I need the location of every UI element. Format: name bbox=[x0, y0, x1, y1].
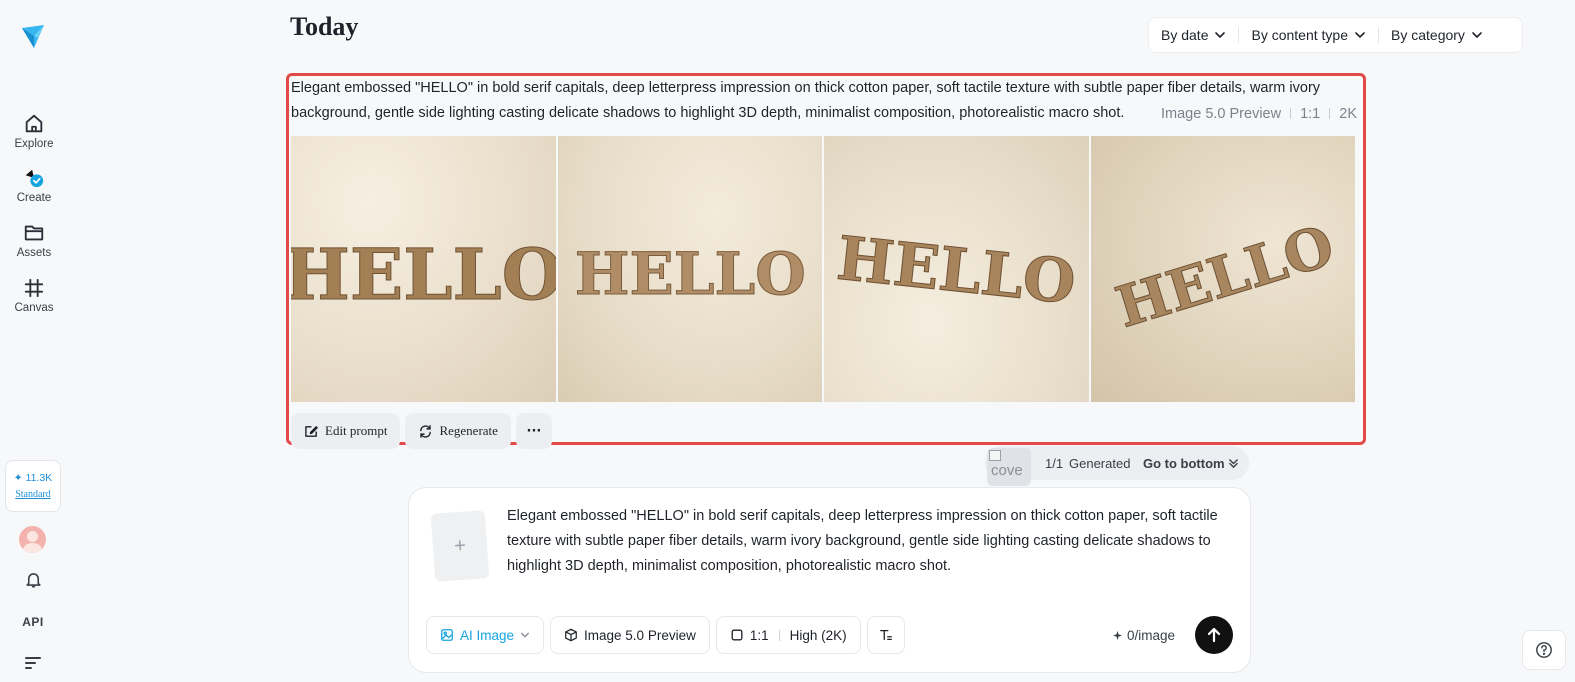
credits-badge[interactable]: ✦ 11.3K Standard bbox=[5, 460, 61, 512]
sparkle-icon bbox=[1113, 631, 1122, 640]
generation-status: cove 1/1 Generated Go to bottom bbox=[985, 446, 1249, 486]
more-options-button[interactable]: ··· bbox=[515, 413, 552, 449]
upload-reference-button[interactable]: + bbox=[430, 510, 490, 582]
text-format-icon bbox=[879, 629, 892, 641]
sidebar-item-canvas[interactable]: Canvas bbox=[0, 277, 68, 314]
chevron-down-icon bbox=[1215, 32, 1226, 39]
more-icon: ··· bbox=[526, 423, 542, 439]
filter-by-category[interactable]: By category bbox=[1379, 18, 1495, 52]
prompt-input[interactable]: Elegant embossed "HELLO" in bold serif c… bbox=[507, 504, 1229, 579]
sidebar-item-label: Create bbox=[16, 192, 52, 204]
image-text: HELLO bbox=[574, 240, 805, 308]
divider bbox=[1329, 108, 1331, 119]
generated-image-1[interactable]: HELLO bbox=[291, 136, 556, 402]
embossed-text-image: HELLO bbox=[574, 240, 806, 309]
cover-thumbnail[interactable]: cove bbox=[987, 448, 1031, 486]
folder-icon bbox=[24, 225, 44, 241]
divider bbox=[778, 629, 780, 641]
ratio-label: 1:1 bbox=[1300, 105, 1321, 122]
regenerate-button[interactable]: Regenerate bbox=[405, 413, 511, 449]
edit-prompt-button[interactable]: Edit prompt bbox=[291, 413, 401, 449]
filter-by-content-type[interactable]: By content type bbox=[1239, 18, 1378, 52]
generated-image-3[interactable]: HELLO bbox=[824, 136, 1089, 402]
sidebar-item-label: Explore bbox=[14, 138, 54, 150]
mode-selector[interactable]: AI Image bbox=[426, 616, 545, 654]
sidebar-item-create[interactable]: Create bbox=[0, 167, 68, 204]
thumbnail-alt-text: cove bbox=[991, 462, 1023, 479]
create-icon bbox=[25, 169, 44, 188]
sidebar-item-explore[interactable]: Explore bbox=[0, 113, 68, 150]
cube-icon bbox=[565, 628, 577, 642]
embossed-text-image: HELLO bbox=[291, 233, 556, 317]
avatar[interactable] bbox=[19, 526, 46, 553]
double-chevron-down-icon bbox=[1228, 458, 1238, 468]
sidebar: Explore Create Assets Canvas ✦ 11.3K Sta… bbox=[0, 0, 68, 682]
filter-by-date[interactable]: By date bbox=[1149, 18, 1238, 52]
sidebar-item-assets[interactable]: Assets bbox=[0, 222, 68, 259]
send-button[interactable] bbox=[1195, 616, 1233, 654]
aspect-ratio-icon bbox=[731, 629, 743, 641]
plus-icon: + bbox=[453, 534, 467, 557]
sidebar-item-label: Assets bbox=[16, 247, 52, 259]
image-text: HELLO bbox=[834, 224, 1079, 319]
canvas-icon bbox=[24, 278, 44, 298]
broken-image-icon bbox=[989, 450, 1001, 461]
help-button[interactable] bbox=[1522, 630, 1566, 670]
generated-count: 1/1 bbox=[1045, 455, 1064, 471]
image-grid: HELLO HELLO HELLO HELLO bbox=[291, 136, 1355, 402]
page-title: Today bbox=[290, 12, 359, 41]
home-icon bbox=[25, 114, 43, 133]
embossed-text-image: HELLO bbox=[1108, 212, 1342, 341]
generated-image-4[interactable]: HELLO bbox=[1090, 136, 1355, 402]
generation-actions: Edit prompt Regenerate ··· bbox=[291, 413, 552, 449]
ai-image-icon bbox=[441, 629, 453, 641]
divider bbox=[1290, 108, 1292, 119]
generated-label: Generated bbox=[1069, 455, 1131, 471]
api-link[interactable]: API bbox=[0, 615, 66, 629]
plan-link[interactable]: Standard bbox=[15, 489, 51, 500]
filter-bar: By date By content type By category bbox=[1148, 17, 1523, 53]
refresh-icon bbox=[420, 424, 432, 438]
composer-toolbar: AI Image Image 5.0 Preview 1:1 High (2K) bbox=[426, 616, 905, 654]
credits-value: ✦ 11.3K bbox=[13, 472, 53, 484]
image-text: HELLO bbox=[1108, 213, 1341, 341]
menu-icon[interactable] bbox=[24, 656, 42, 670]
text-style-button[interactable] bbox=[866, 616, 905, 654]
help-icon bbox=[1536, 642, 1552, 658]
generated-image-2[interactable]: HELLO bbox=[557, 136, 822, 402]
resolution-label: 2K bbox=[1339, 105, 1357, 122]
model-label: Image 5.0 Preview bbox=[1160, 105, 1282, 122]
chevron-down-icon bbox=[521, 632, 529, 638]
generation-meta: Image 5.0 Preview 1:1 2K bbox=[1136, 101, 1357, 126]
generation-cost: 0/image bbox=[1113, 628, 1175, 643]
model-selector[interactable]: Image 5.0 Preview bbox=[550, 616, 710, 654]
go-to-bottom-button[interactable]: Go to bottom bbox=[1143, 456, 1239, 471]
sidebar-item-label: Canvas bbox=[14, 302, 54, 314]
chevron-down-icon bbox=[1472, 32, 1482, 39]
image-text: HELLO bbox=[291, 233, 556, 316]
bell-icon[interactable] bbox=[24, 570, 43, 589]
arrow-up-icon bbox=[1207, 627, 1221, 643]
chevron-down-icon bbox=[1355, 32, 1365, 39]
edit-icon bbox=[305, 425, 318, 437]
ratio-quality-selector[interactable]: 1:1 High (2K) bbox=[715, 616, 861, 654]
logo-icon[interactable] bbox=[18, 22, 48, 52]
generation-card: Elegant embossed "HELLO" in bold serif c… bbox=[286, 73, 1366, 449]
embossed-text-image: HELLO bbox=[833, 223, 1079, 319]
prompt-composer: + Elegant embossed "HELLO" in bold serif… bbox=[408, 487, 1251, 673]
